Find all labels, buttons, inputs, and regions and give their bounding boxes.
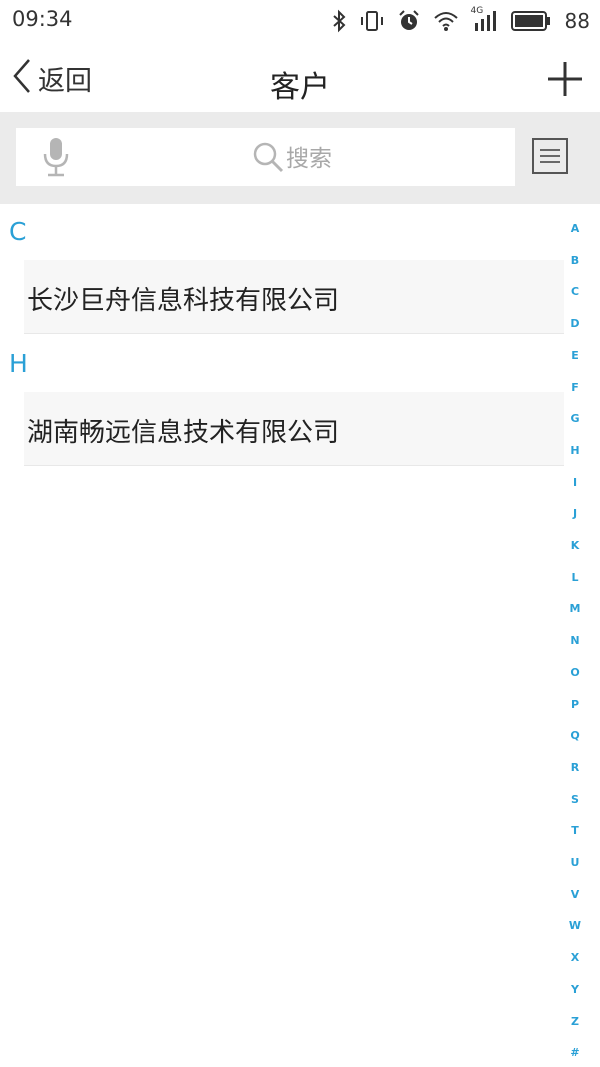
vibrate-icon [359, 9, 385, 33]
alphabet-index-letter[interactable]: Z [566, 1015, 584, 1028]
alphabet-index-letter[interactable]: Y [566, 983, 584, 996]
alphabet-index-letter[interactable]: Q [566, 729, 584, 742]
bluetooth-icon [331, 9, 347, 33]
alphabet-index-letter[interactable]: W [566, 919, 584, 932]
alphabet-index-letter[interactable]: G [566, 412, 584, 425]
alphabet-index-letter[interactable]: F [566, 381, 584, 394]
alphabet-index-letter[interactable]: I [566, 476, 584, 489]
status-time: 09:34 [12, 7, 73, 31]
battery-level: 88 [564, 9, 590, 33]
search-box [16, 128, 515, 186]
alphabet-index-letter[interactable]: L [566, 571, 584, 584]
alphabet-index-letter[interactable]: T [566, 824, 584, 837]
alphabet-index-letter[interactable]: R [566, 761, 584, 774]
header: 返回 客户 [0, 42, 600, 112]
alphabet-index-letter[interactable]: A [566, 222, 584, 235]
search-input[interactable] [286, 146, 426, 172]
customer-row[interactable]: 长沙巨舟信息科技有限公司 [24, 260, 564, 334]
alphabet-index-letter[interactable]: V [566, 888, 584, 901]
search-field [252, 141, 426, 177]
page-title: 客户 [270, 70, 330, 105]
alphabet-index-letter[interactable]: X [566, 951, 584, 964]
wifi-icon [433, 10, 459, 32]
alphabet-index-letter[interactable]: E [566, 349, 584, 362]
alphabet-index-letter[interactable]: U [566, 856, 584, 869]
add-customer-button[interactable] [546, 60, 584, 98]
alphabet-index-letter[interactable]: # [566, 1046, 584, 1059]
alphabet-index-letter[interactable]: H [566, 444, 584, 457]
network-type: 4G [470, 6, 484, 16]
signal-icon: 4G [470, 6, 499, 33]
alphabet-index-letter[interactable]: N [566, 634, 584, 647]
status-icons: 4G 88 [331, 6, 590, 36]
alphabet-index-letter[interactable]: B [566, 254, 584, 267]
alphabet-index-letter[interactable]: O [566, 666, 584, 679]
alphabet-index-letter[interactable]: S [566, 793, 584, 806]
list-icon[interactable] [532, 138, 568, 174]
section-header-c: C [9, 217, 27, 246]
customer-name: 长沙巨舟信息科技有限公司 [27, 286, 340, 316]
alphabet-index-letter[interactable]: P [566, 698, 584, 711]
status-bar: 09:34 4G 88 [0, 0, 600, 42]
alarm-icon [397, 9, 421, 33]
plus-icon [546, 62, 584, 102]
section-header-h: H [9, 349, 28, 378]
customer-row[interactable]: 湖南畅远信息技术有限公司 [24, 392, 564, 466]
alphabet-index-letter[interactable]: D [566, 317, 584, 330]
alphabet-index-letter[interactable]: J [566, 507, 584, 520]
battery-icon [510, 10, 551, 32]
customer-name: 湖南畅远信息技术有限公司 [27, 418, 340, 448]
magnifier-icon [252, 141, 284, 177]
alphabet-index-letter[interactable]: K [566, 539, 584, 552]
alphabet-index-letter[interactable]: C [566, 285, 584, 298]
search-area [0, 112, 600, 204]
microphone-icon[interactable] [42, 136, 70, 184]
alphabet-index-letter[interactable]: M [566, 602, 584, 615]
